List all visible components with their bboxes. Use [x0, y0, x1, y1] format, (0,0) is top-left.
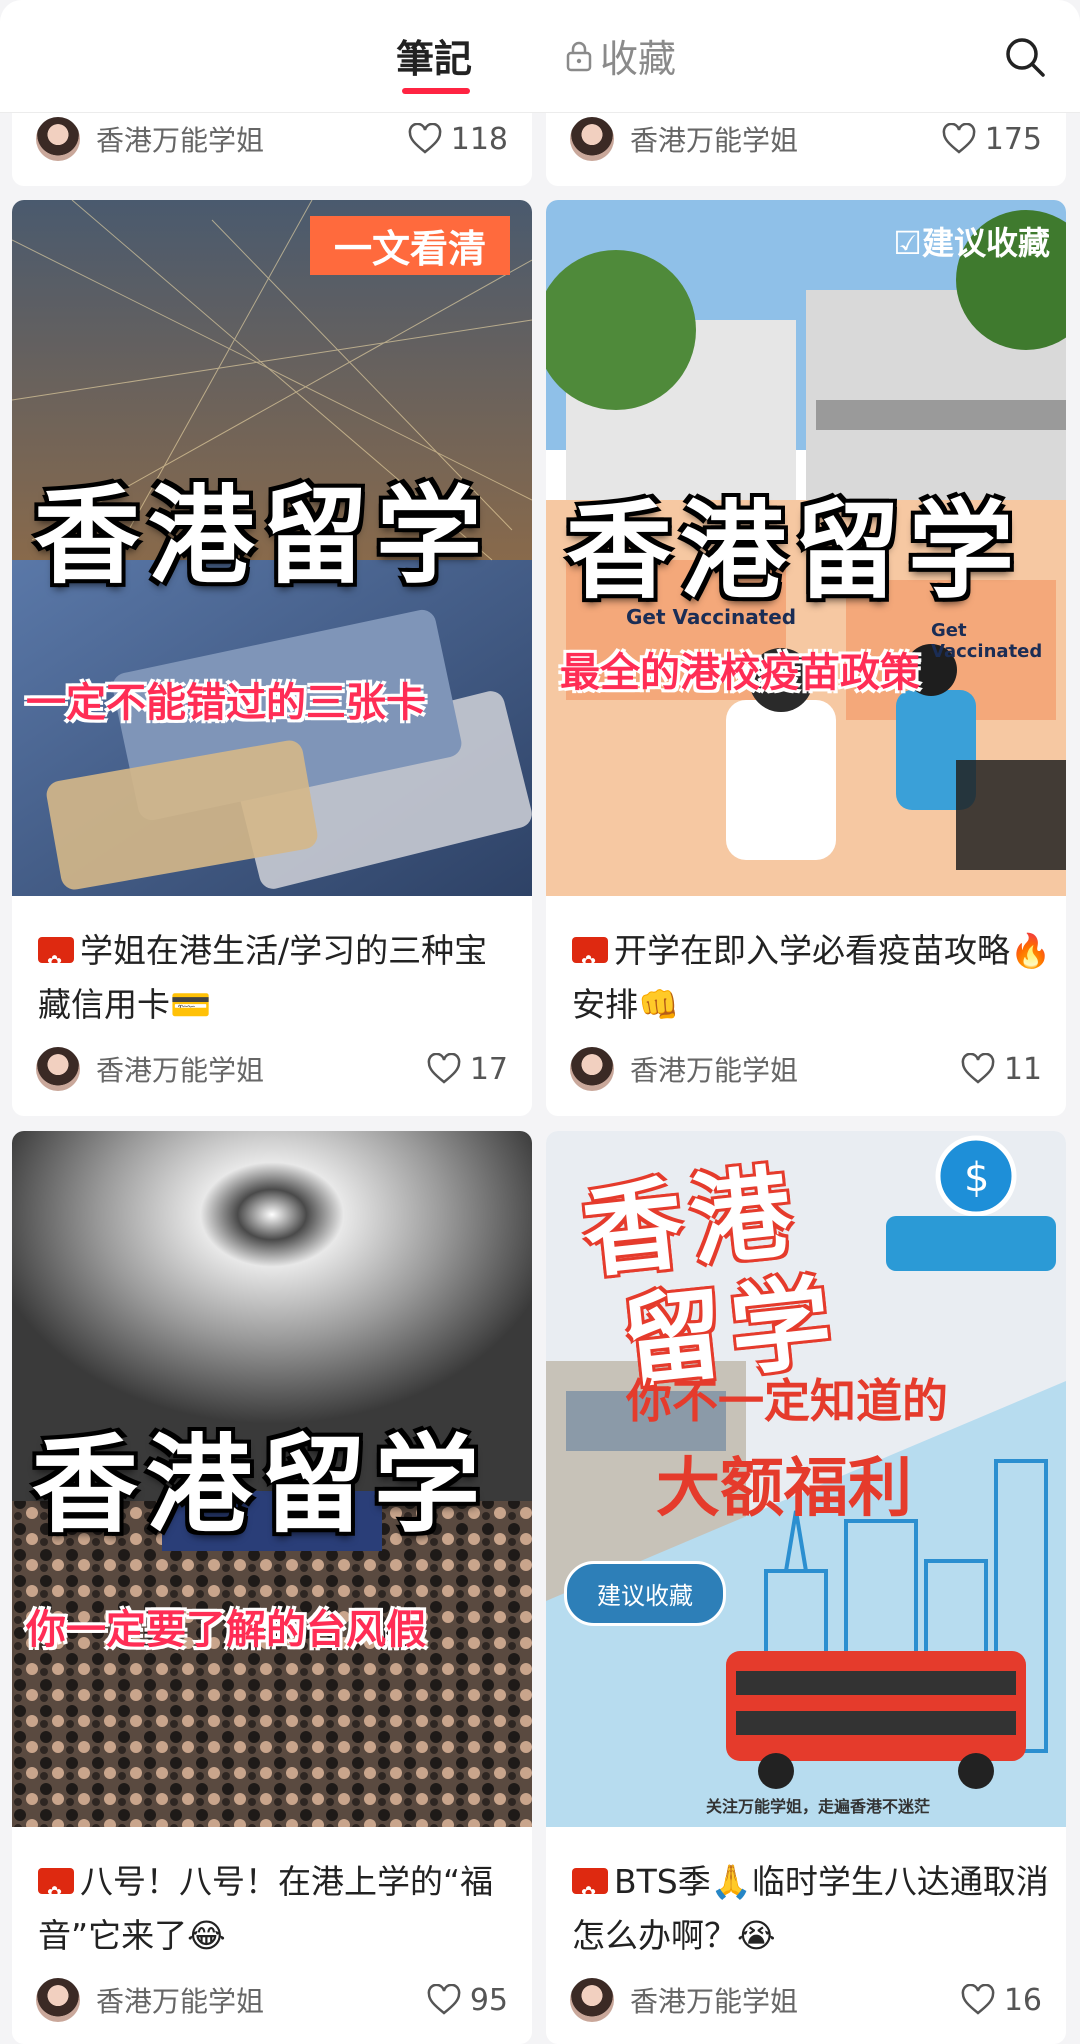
author-name[interactable]: 香港万能学姐 — [630, 1980, 960, 2020]
card-meta: 香港万能学姐 17 — [36, 1046, 508, 1092]
like-count: 95 — [469, 1982, 508, 2018]
cover-tag: 一文看清 — [309, 216, 510, 275]
like-button[interactable]: 175 — [941, 122, 1042, 157]
avatar[interactable] — [570, 1047, 614, 1091]
card-cover-image[interactable]: ☑建议收藏 Get Vaccinated Get Vaccinated 香港留学… — [546, 200, 1066, 896]
hk-flag-icon — [572, 1867, 608, 1921]
cover-subtitle: 一定不能错过的三张卡 — [26, 680, 426, 726]
like-button[interactable]: 95 — [426, 1983, 508, 2018]
lock-icon — [566, 41, 592, 71]
card-meta: 香港万能学姐 16 — [570, 1977, 1042, 2023]
heart-icon — [961, 1984, 995, 2015]
author-name[interactable]: 香港万能学姐 — [96, 119, 407, 159]
card-title[interactable]: 八号！八号！在港上学的“福音”它来了😂 — [38, 1855, 518, 1963]
author-name[interactable]: 香港万能学姐 — [630, 1049, 960, 1089]
top-bar: 筆記 收藏 — [0, 0, 1080, 113]
avatar[interactable] — [570, 117, 614, 161]
note-card[interactable]: 香港留学 你一定要了解的台风假 八号！八号！在港上学的“福音”它来了😂 香港万能… — [12, 1131, 532, 2044]
card-meta: 香港万能学姐 175 — [570, 116, 1042, 162]
hk-flag-icon — [572, 936, 608, 990]
card-meta: 香港万能学姐 11 — [570, 1046, 1042, 1092]
sign-right: Get Vaccinated — [931, 620, 1043, 662]
cover-footer: 关注万能学姐，走遍香港不迷茫 — [706, 1797, 931, 1816]
tab-notes-label: 筆記 — [396, 37, 473, 81]
like-button[interactable]: 16 — [960, 1983, 1042, 2018]
card-cover-image[interactable]: 香港留学 你一定要了解的台风假 — [12, 1131, 532, 1827]
card-cover-image[interactable]: 一文看清 香港留学 一定不能错过的三张卡 — [12, 200, 532, 896]
tab-favorites-label: 收藏 — [600, 37, 677, 81]
like-count: 118 — [450, 121, 508, 157]
card-meta: 香港万能学姐 95 — [36, 1977, 508, 2023]
card-title[interactable]: 学姐在港生活/学习的三种宝藏信用卡💳 — [38, 924, 518, 1032]
svg-text:$: $ — [964, 1155, 989, 1201]
card-meta: 香港万能学姐 118 — [36, 116, 508, 162]
like-button[interactable]: 11 — [960, 1052, 1042, 1087]
cover-title: 香港留学 — [566, 488, 1022, 613]
note-card[interactable]: $ 香港 留学 你不一定知道的 大额福利 建议收藏 关注万能学姐，走遍香港不迷茫… — [546, 1131, 1066, 2044]
hk-flag-icon — [38, 936, 74, 990]
cover-subtitle-line2: 大额福利 — [656, 1451, 912, 1526]
avatar[interactable] — [570, 1978, 614, 2022]
avatar[interactable] — [36, 1978, 80, 2022]
card-title[interactable]: BTS季🙏临时学生八达通取消怎么办啊？😭 — [572, 1855, 1052, 1963]
card-title[interactable]: 开学在即入学必看疫苗攻略🔥安排👊 — [572, 924, 1052, 1032]
hk-flag-icon — [38, 1867, 74, 1921]
avatar[interactable] — [36, 117, 80, 161]
cover-subtitle-line1: 你不一定知道的 — [626, 1374, 948, 1428]
cover-title: 香港留学 — [32, 1422, 488, 1547]
search-icon[interactable] — [1004, 36, 1046, 78]
like-button[interactable]: 17 — [426, 1052, 508, 1087]
heart-icon — [427, 1984, 461, 2015]
active-tab-indicator — [402, 88, 470, 94]
like-button[interactable]: 118 — [407, 122, 508, 157]
heart-icon — [961, 1053, 995, 1084]
note-card[interactable]: ☑建议收藏 Get Vaccinated Get Vaccinated 香港留学… — [546, 200, 1066, 1116]
note-card[interactable]: 一文看清 香港留学 一定不能错过的三张卡 学姐在港生活/学习的三种宝藏信用卡💳 … — [12, 200, 532, 1116]
author-name[interactable]: 香港万能学姐 — [96, 1980, 426, 2020]
tab-favorites[interactable]: 收藏 — [566, 28, 676, 83]
cover-subtitle: 你一定要了解的台风假 — [26, 1607, 426, 1653]
cover-tag: ☑建议收藏 — [893, 224, 1050, 262]
cover-subtitle: 最全的港校疫苗政策 — [560, 650, 920, 696]
card-cover-image[interactable]: $ 香港 留学 你不一定知道的 大额福利 建议收藏 关注万能学姐，走遍香港不迷茫 — [546, 1131, 1066, 1827]
like-count: 175 — [984, 121, 1042, 157]
like-count: 16 — [1003, 1982, 1042, 2018]
like-count: 17 — [469, 1051, 508, 1087]
heart-icon — [408, 123, 442, 154]
author-name[interactable]: 香港万能学姐 — [96, 1049, 426, 1089]
cover-pill: 建议收藏 — [564, 1561, 726, 1626]
author-name[interactable]: 香港万能学姐 — [630, 119, 941, 159]
like-count: 11 — [1003, 1051, 1042, 1087]
tab-notes[interactable]: 筆記 — [396, 28, 473, 94]
heart-icon — [427, 1053, 461, 1084]
heart-icon — [942, 123, 976, 154]
avatar[interactable] — [36, 1047, 80, 1091]
cover-title: 香港留学 — [34, 473, 490, 598]
